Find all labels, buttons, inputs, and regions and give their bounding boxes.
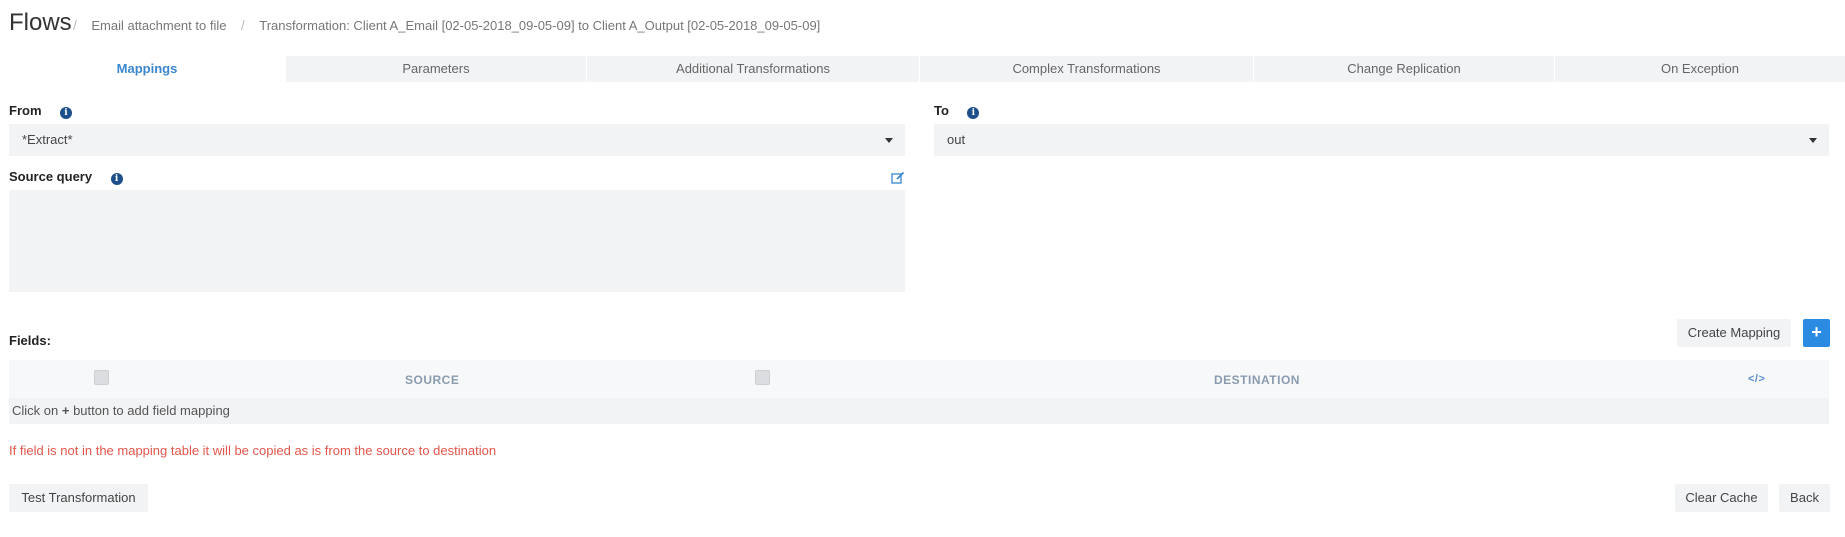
test-transformation-button[interactable]: Test Transformation [9, 484, 148, 512]
info-icon[interactable]: i [110, 173, 123, 185]
from-label: From [9, 103, 42, 118]
column-header-source[interactable]: SOURCE [405, 373, 459, 387]
add-mapping-button[interactable]: + [1803, 319, 1830, 347]
breadcrumb-item-transformation: Transformation: Client A_Email [02-05-20… [259, 18, 821, 33]
tab-bar: Mappings Parameters Additional Transform… [9, 56, 1845, 82]
source-query-label-row: Source query i [9, 168, 123, 186]
tab-additional-transformations[interactable]: Additional Transformations [586, 56, 919, 82]
from-select[interactable]: *Extract* [9, 124, 905, 156]
breadcrumb-separator: / [240, 17, 245, 33]
edit-icon[interactable] [891, 171, 905, 185]
from-select-value: *Extract* [22, 132, 73, 147]
breadcrumb-item-flow[interactable]: Email attachment to file [91, 18, 226, 33]
select-all-source-checkbox[interactable] [94, 370, 109, 385]
warning-message: If field is not in the mapping table it … [9, 443, 497, 458]
from-label-row: From i [9, 102, 72, 120]
fields-label: Fields: [9, 333, 51, 348]
fields-table-header: SOURCE DESTINATION </> [9, 360, 1829, 398]
page-title[interactable]: Flows [9, 9, 72, 37]
caret-down-icon [885, 138, 893, 143]
tab-on-exception[interactable]: On Exception [1554, 56, 1845, 82]
to-label: To [934, 103, 949, 118]
back-button[interactable]: Back [1779, 484, 1830, 512]
code-icon[interactable]: </> [1748, 373, 1765, 385]
select-all-destination-checkbox[interactable] [755, 370, 770, 385]
breadcrumb: / Email attachment to file / Transformat… [73, 17, 820, 35]
tab-complex-transformations[interactable]: Complex Transformations [919, 56, 1253, 82]
breadcrumb-separator: / [73, 17, 77, 33]
clear-cache-button[interactable]: Clear Cache [1675, 484, 1768, 512]
to-select-value: out [947, 132, 966, 147]
source-query-input[interactable] [9, 190, 905, 292]
empty-table-row: Click on + button to add field mapping [9, 398, 1829, 424]
column-header-destination[interactable]: DESTINATION [1214, 373, 1300, 387]
empty-message-prefix: Click on [12, 403, 62, 418]
create-mapping-button[interactable]: Create Mapping [1677, 319, 1791, 347]
to-select[interactable]: out [934, 124, 1829, 156]
caret-down-icon [1809, 138, 1817, 143]
tab-mappings[interactable]: Mappings [9, 56, 285, 82]
tab-change-replication[interactable]: Change Replication [1253, 56, 1554, 82]
info-icon[interactable]: i [967, 107, 980, 119]
to-label-row: To i [934, 102, 980, 120]
info-icon[interactable]: i [59, 107, 72, 119]
source-query-label: Source query [9, 169, 93, 184]
tab-parameters[interactable]: Parameters [285, 56, 586, 82]
empty-message-suffix: button to add field mapping [69, 403, 230, 418]
